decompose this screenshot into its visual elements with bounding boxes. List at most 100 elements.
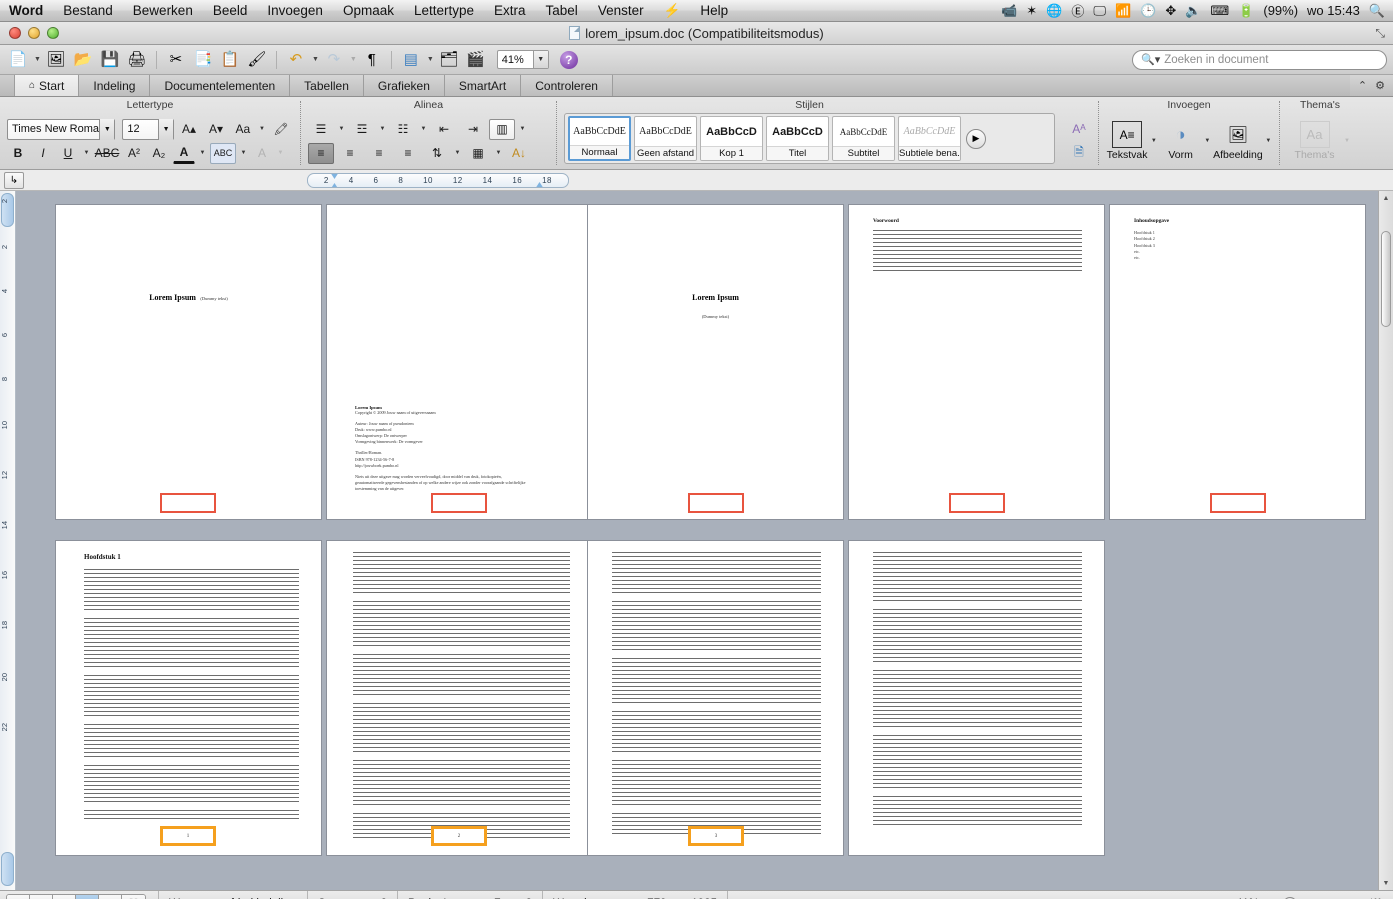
numbering-caret-icon[interactable]: ▼ xyxy=(378,126,387,132)
highlight-icon[interactable]: ABC xyxy=(210,142,236,164)
underline-icon[interactable]: U xyxy=(57,143,79,164)
italic-icon[interactable]: I xyxy=(32,143,54,164)
e-icon[interactable]: Ⓔ xyxy=(1071,1,1084,20)
style-kop-1[interactable]: AaBbCcD Kop 1 xyxy=(700,116,763,161)
vertical-ruler[interactable]: 2 2 4 6 8 10 12 14 16 18 20 22 xyxy=(0,191,16,890)
save-icon[interactable]: 💾 xyxy=(98,48,122,72)
subscript-icon[interactable]: A₂ xyxy=(148,143,170,164)
superscript-icon[interactable]: A² xyxy=(123,143,145,164)
tab-smartart[interactable]: SmartArt xyxy=(444,75,522,96)
themes-caret-icon[interactable]: ▼ xyxy=(1343,138,1352,144)
styles-pane-icon[interactable]: Aᴬ xyxy=(1066,118,1092,139)
keyboard-input-icon[interactable]: ⌨ xyxy=(1210,3,1229,19)
zoom-button[interactable] xyxy=(47,27,59,39)
fullscreen-icon[interactable]: ⤡ xyxy=(1375,26,1385,41)
align-center-icon[interactable]: ≡ xyxy=(337,143,363,164)
page-4-footer-box[interactable] xyxy=(949,493,1005,513)
cut-icon[interactable]: ✂ xyxy=(164,48,188,72)
new-document-caret-icon[interactable]: ▼ xyxy=(34,56,41,63)
strikethrough-icon[interactable]: ABC xyxy=(94,143,120,164)
font-name-combobox[interactable]: Times New Roman ▼ xyxy=(7,118,116,140)
media-icon[interactable]: 🎬 xyxy=(464,48,488,72)
style-titel[interactable]: AaBbCcD Titel xyxy=(766,116,829,161)
page-1[interactable]: Lorem Ipsum (Dummy tekst) xyxy=(56,205,321,519)
increase-indent-icon[interactable]: ⇥ xyxy=(460,119,486,140)
insert-shape-button[interactable]: ◑ Vorm xyxy=(1160,121,1202,162)
volume-icon[interactable]: 🔈 xyxy=(1185,3,1201,19)
page-8-footer-box[interactable]: 3 xyxy=(688,826,744,846)
themes-button[interactable]: Aa Thema's xyxy=(1289,121,1341,161)
page-1-footer-box[interactable] xyxy=(160,493,216,513)
publishing-view-icon[interactable]: ◰ xyxy=(53,894,76,899)
borders-icon[interactable]: ▦ xyxy=(465,143,491,164)
notebook-view-icon[interactable]: ▥ xyxy=(99,894,122,899)
styles-gallery-more-icon[interactable]: ▶ xyxy=(966,128,986,149)
menu-item-word[interactable]: Word xyxy=(0,0,53,22)
page-canvas[interactable]: Lorem Ipsum (Dummy tekst) Lorem Ipsum Co… xyxy=(16,191,1378,890)
style-subtiele-benadrukking[interactable]: AaBbCcDdE Subtiele bena... xyxy=(898,116,961,161)
tab-grafieken[interactable]: Grafieken xyxy=(363,75,445,96)
columns-icon[interactable]: ▥ xyxy=(489,118,515,140)
grow-font-icon[interactable]: A▴ xyxy=(177,119,201,140)
network-icon[interactable]: ✥ xyxy=(1165,3,1176,19)
manage-styles-icon[interactable]: 🗎 xyxy=(1066,143,1092,164)
menu-item-extra[interactable]: Extra xyxy=(484,0,536,22)
tab-start[interactable]: ⌂ Start xyxy=(14,75,80,96)
search-input[interactable]: 🔍▾ Zoeken in document xyxy=(1132,49,1387,70)
vertical-scrollbar-thumb[interactable] xyxy=(1381,231,1391,327)
font-size-dropdown-icon[interactable]: ▼ xyxy=(158,118,174,140)
page-5[interactable]: Inhoudsopgave Hoofdstuk 1 Hoofdstuk 2 Ho… xyxy=(1110,205,1365,519)
dropbox-icon[interactable]: 🌐 xyxy=(1046,3,1062,19)
multilevel-list-icon[interactable]: ☷ xyxy=(390,119,416,140)
outline-view-icon[interactable]: ☷ xyxy=(30,894,53,899)
format-painter-icon[interactable]: 🖌 xyxy=(245,48,269,72)
menu-item-tabel[interactable]: Tabel xyxy=(536,0,588,22)
menu-item-bewerken[interactable]: Bewerken xyxy=(123,0,203,22)
page-8[interactable]: 3 xyxy=(588,541,843,855)
battery-icon[interactable]: 🔋 xyxy=(1238,3,1254,19)
menu-item-bestand[interactable]: Bestand xyxy=(53,0,123,22)
page-7[interactable]: 2 xyxy=(327,541,592,855)
align-right-icon[interactable]: ≡ xyxy=(366,143,392,164)
wifi-icon[interactable]: 📶 xyxy=(1115,3,1131,19)
tab-stop-selector[interactable]: ↳ xyxy=(4,171,24,189)
borders-caret-icon[interactable]: ▼ xyxy=(494,150,503,156)
page-9[interactable] xyxy=(849,541,1104,855)
style-normaal[interactable]: AaBbCcDdE Normaal xyxy=(568,116,631,161)
open-gallery-icon[interactable]: 🖼 xyxy=(44,48,68,72)
insert-shape-caret-icon[interactable]: ▼ xyxy=(1204,138,1211,144)
page-2-footer-box[interactable] xyxy=(431,493,487,513)
underline-caret-icon[interactable]: ▼ xyxy=(82,150,91,156)
draft-view-icon[interactable]: ☰ xyxy=(7,894,30,899)
columns-caret-icon[interactable]: ▼ xyxy=(518,126,527,132)
page-3-footer-box[interactable] xyxy=(688,493,744,513)
align-left-icon[interactable]: ≡ xyxy=(308,142,334,164)
menu-item-venster[interactable]: Venster xyxy=(588,0,654,22)
spotlight-search-icon[interactable]: 🔍 xyxy=(1369,3,1385,19)
focus-view-icon[interactable]: ⛶ xyxy=(122,894,145,899)
insert-textbox-caret-icon[interactable]: ▼ xyxy=(1150,138,1157,144)
vertical-scrollbar[interactable]: ▲ ▼ xyxy=(1378,191,1393,890)
notebook-icon[interactable]: 🗂 xyxy=(437,48,461,72)
page-3[interactable]: Lorem Ipsum (Dummy tekst) xyxy=(588,205,843,519)
decrease-indent-icon[interactable]: ⇤ xyxy=(431,119,457,140)
shrink-font-icon[interactable]: A▾ xyxy=(204,119,228,140)
change-case-caret-icon[interactable]: ▼ xyxy=(258,126,266,132)
new-document-icon[interactable]: 📄 xyxy=(6,48,30,72)
timemachine-icon[interactable]: 🕒 xyxy=(1140,3,1156,19)
menu-item-lettertype[interactable]: Lettertype xyxy=(404,0,484,22)
highlight-caret-icon[interactable]: ▼ xyxy=(239,150,248,156)
numbering-icon[interactable]: ☲ xyxy=(349,119,375,140)
menu-item-help[interactable]: Help xyxy=(690,0,738,22)
page-6-footer-box[interactable]: 1 xyxy=(160,826,216,846)
print-layout-icon[interactable]: ▤ xyxy=(76,894,99,899)
line-spacing-icon[interactable]: ⇅ xyxy=(424,143,450,164)
text-effects-caret-icon[interactable]: ▼ xyxy=(276,150,285,156)
page-5-footer-box[interactable] xyxy=(1210,493,1266,513)
font-color-caret-icon[interactable]: ▼ xyxy=(198,150,207,156)
screen-record-icon[interactable]: 📹 xyxy=(1001,3,1017,19)
zoom-combobox-arrow-icon[interactable]: ▼ xyxy=(532,51,548,68)
open-folder-icon[interactable]: 📂 xyxy=(71,48,95,72)
tab-documentelementen[interactable]: Documentelementen xyxy=(150,75,291,96)
menu-item-invoegen[interactable]: Invoegen xyxy=(257,0,333,22)
